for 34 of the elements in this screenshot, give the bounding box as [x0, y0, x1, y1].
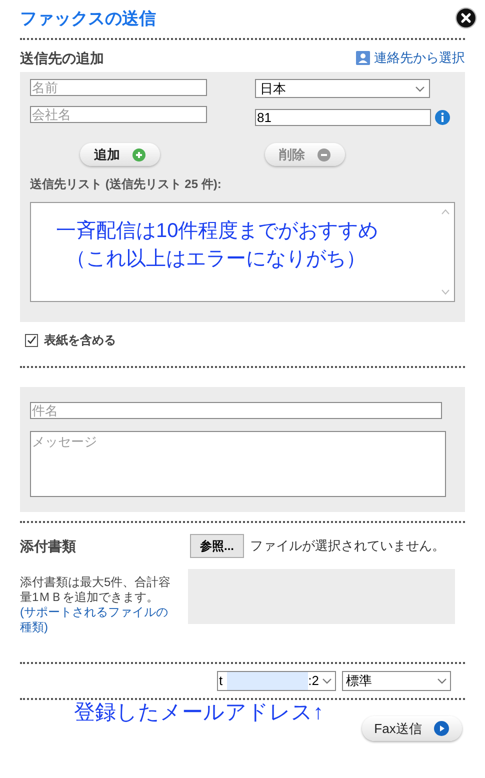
- supported-types-link[interactable]: (サポートされるファイルの種類): [20, 605, 172, 635]
- contact-icon: [356, 51, 370, 65]
- checkbox-label: 表紙を含める: [44, 332, 116, 349]
- sender-select[interactable]: t :2: [217, 671, 336, 691]
- play-icon: [434, 721, 449, 736]
- subject-field[interactable]: 件名: [30, 402, 442, 419]
- minus-icon: [317, 148, 331, 162]
- country-select[interactable]: 日本: [255, 79, 430, 98]
- file-status-text: ファイルが選択されていません。: [250, 537, 446, 556]
- quality-select[interactable]: 標準: [342, 671, 451, 691]
- cover-page-checkbox[interactable]: [25, 334, 38, 346]
- browse-button[interactable]: 参照...: [190, 534, 244, 558]
- info-icon[interactable]: [435, 110, 450, 125]
- help-text: 添付書類は最大5件、合計容量1ＭＢを追加できます。: [20, 575, 172, 605]
- company-field[interactable]: 会社名: [30, 106, 207, 123]
- dialog-title: ファックスの送信: [20, 8, 156, 30]
- message-field[interactable]: メッセージ: [30, 431, 446, 497]
- name-field[interactable]: 名前: [30, 79, 207, 96]
- list-label: 送信先リスト (送信先リスト 25 件):: [30, 176, 222, 193]
- add-button[interactable]: 追加: [80, 143, 160, 166]
- caret-icon: [415, 86, 425, 92]
- fax-send-button[interactable]: Fax送信: [362, 716, 462, 741]
- annotation-text: 一斉配信は10件程度までがおすすめ: [56, 219, 380, 244]
- section-heading: 添付書類: [20, 536, 77, 556]
- close-button[interactable]: [455, 7, 477, 29]
- fax-number-field[interactable]: 81: [255, 109, 431, 126]
- annotation-text: 登録したメールアドレス↑: [74, 700, 324, 726]
- plus-icon: [132, 148, 146, 162]
- caret-icon: [322, 678, 332, 684]
- section-heading: 送信先の追加: [20, 48, 104, 68]
- caret-icon: [437, 678, 447, 684]
- annotation-text: （これ以上はエラーになりがち）: [65, 247, 367, 272]
- contacts-link[interactable]: 連絡先から選択: [356, 48, 465, 68]
- close-icon: [455, 7, 477, 29]
